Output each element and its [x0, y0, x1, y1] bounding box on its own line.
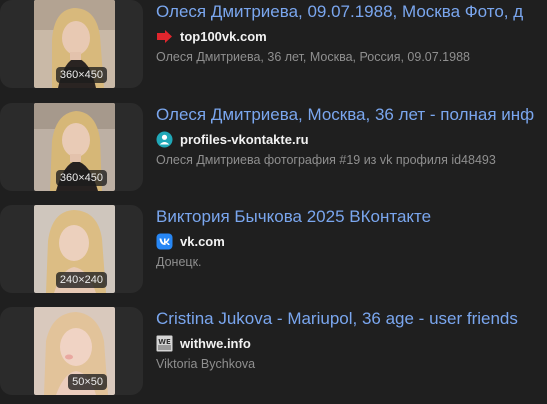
image-size-badge: 50×50 [68, 374, 107, 390]
result-thumbnail-container[interactable]: 240×240 [0, 205, 143, 293]
result-title-link[interactable]: Cristina Jukova - Mariupol, 36 age - use… [156, 309, 518, 329]
result-snippet: Олеся Дмитриева фотография #19 из vk про… [156, 153, 496, 167]
result-title-link[interactable]: Виктория Бычкова 2025 ВКонтакте [156, 207, 431, 227]
image-size-badge: 360×450 [55, 67, 107, 83]
result-source[interactable]: vk.com [156, 232, 225, 250]
result-thumbnail[interactable]: 50×50 [34, 307, 115, 395]
result-domain[interactable]: profiles-vkontakte.ru [180, 131, 309, 148]
result-source[interactable]: WE withwe.info [156, 334, 251, 352]
result-source[interactable]: top100vk.com [156, 27, 267, 45]
result-thumbnail-container[interactable]: 360×450 [0, 0, 143, 88]
vk-logo-icon [156, 233, 173, 250]
result-thumbnail-container[interactable]: 50×50 [0, 307, 143, 395]
teal-person-icon [156, 131, 173, 148]
result-thumbnail-container[interactable]: 360×450 [0, 103, 143, 191]
image-size-badge: 360×450 [55, 170, 107, 186]
search-result-2[interactable]: 360×450 Олеся Дмитриева, Москва, 36 лет … [0, 103, 547, 195]
svg-text:WE: WE [158, 338, 171, 346]
result-thumbnail[interactable]: 360×450 [34, 0, 115, 88]
result-source[interactable]: profiles-vkontakte.ru [156, 130, 309, 148]
result-snippet: Viktoria Bychkova [156, 357, 256, 371]
search-result-3[interactable]: 240×240 Виктория Бычкова 2025 ВКонтакте … [0, 205, 547, 297]
result-thumbnail[interactable]: 240×240 [34, 205, 115, 293]
result-thumbnail[interactable]: 360×450 [34, 103, 115, 191]
result-domain[interactable]: withwe.info [180, 335, 251, 352]
result-title-link[interactable]: Олеся Дмитриева, Москва, 36 лет - полная… [156, 105, 534, 125]
image-size-badge: 240×240 [55, 272, 107, 288]
result-snippet: Олеся Дмитриева, 36 лет, Москва, Россия,… [156, 50, 470, 64]
result-domain[interactable]: top100vk.com [180, 28, 267, 45]
we-logo-icon: WE [156, 335, 173, 352]
result-title-link[interactable]: Олеся Дмитриева, 09.07.1988, Москва Фото… [156, 2, 523, 22]
search-result-1[interactable]: 360×450 Олеся Дмитриева, 09.07.1988, Мос… [0, 0, 547, 92]
result-snippet: Донецк. [156, 255, 202, 269]
red-arrow-icon [156, 28, 173, 45]
image-search-results: 360×450 Олеся Дмитриева, 09.07.1988, Мос… [0, 0, 547, 404]
result-domain[interactable]: vk.com [180, 233, 225, 250]
search-result-4[interactable]: 50×50 Cristina Jukova - Mariupol, 36 age… [0, 307, 547, 399]
